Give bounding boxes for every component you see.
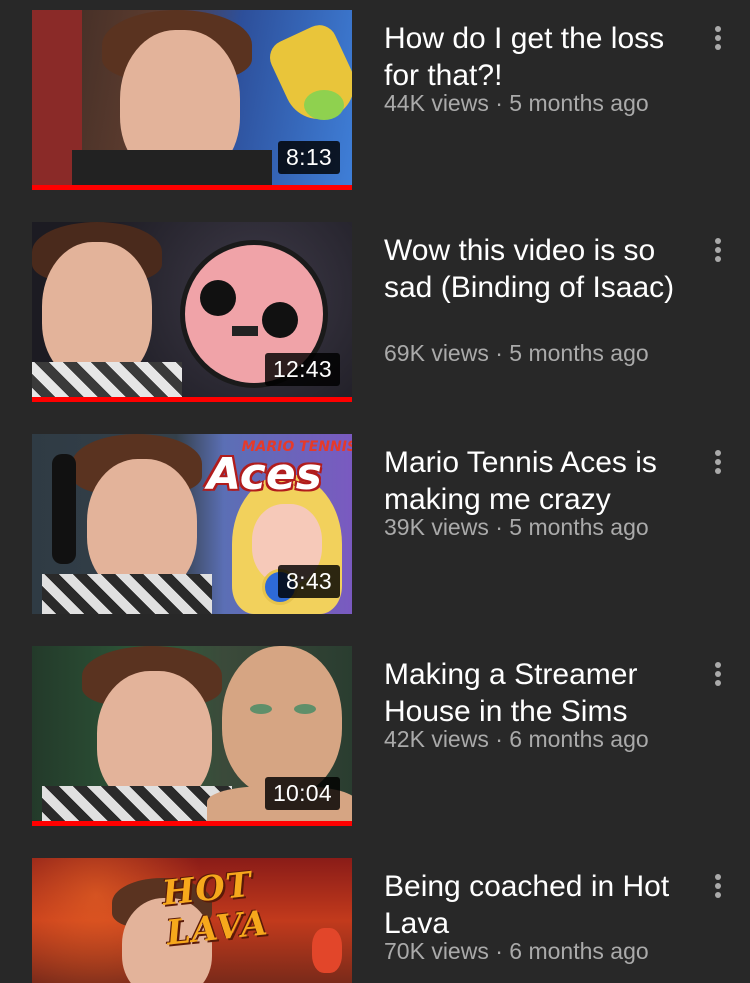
watch-progress-bar <box>32 185 352 190</box>
meta-separator: · <box>488 514 510 540</box>
meta-separator: · <box>488 938 510 964</box>
video-item[interactable]: 12:43 Wow this video is so sad (Binding … <box>0 222 750 422</box>
watch-progress-fill <box>32 397 352 402</box>
meta-separator: · <box>488 90 510 116</box>
mario-tennis-logo-main: Aces <box>207 449 322 500</box>
more-vert-icon[interactable] <box>708 660 728 690</box>
video-title[interactable]: Making a Streamer House in the Sims <box>384 656 684 730</box>
view-count: 44K views <box>384 90 489 116</box>
watch-progress-fill <box>32 821 352 826</box>
video-duration: 12:43 <box>264 353 340 386</box>
thumbnail-image: HOT LAVA <box>32 858 352 983</box>
video-duration: 8:13 <box>278 141 340 174</box>
video-thumbnail[interactable]: 8:13 <box>32 10 352 190</box>
video-meta: 42K views · 6 months ago <box>384 726 649 753</box>
watch-progress-bar <box>32 821 352 826</box>
video-item[interactable]: HOT LAVA Being coached in Hot Lava 70K v… <box>0 858 750 983</box>
video-item[interactable]: 8:13 How do I get the loss for that?! 44… <box>0 10 750 210</box>
video-thumbnail[interactable]: 12:43 <box>32 222 352 402</box>
view-count: 69K views <box>384 340 489 366</box>
video-thumbnail[interactable]: 10:04 <box>32 646 352 826</box>
video-thumbnail[interactable]: HOT LAVA <box>32 858 352 983</box>
watch-progress-bar <box>32 397 352 402</box>
upload-age: 5 months ago <box>509 340 649 366</box>
video-meta: 70K views · 6 months ago <box>384 938 649 965</box>
upload-age: 5 months ago <box>509 514 649 540</box>
video-thumbnail[interactable]: MARIO TENNIS Aces 8:43 <box>32 434 352 614</box>
more-vert-icon[interactable] <box>708 872 728 902</box>
video-item[interactable]: MARIO TENNIS Aces 8:43 Mario Tennis Aces… <box>0 434 750 634</box>
upload-age: 6 months ago <box>509 726 649 752</box>
video-title[interactable]: Wow this video is so sad (Binding of Isa… <box>384 232 684 306</box>
meta-separator: · <box>488 726 510 752</box>
video-title[interactable]: How do I get the loss for that?! <box>384 20 684 94</box>
video-duration: 10:04 <box>264 777 340 810</box>
video-item[interactable]: 10:04 Making a Streamer House in the Sim… <box>0 646 750 846</box>
upload-age: 6 months ago <box>509 938 649 964</box>
view-count: 70K views <box>384 938 489 964</box>
more-vert-icon[interactable] <box>708 448 728 478</box>
upload-age: 5 months ago <box>509 90 649 116</box>
view-count: 42K views <box>384 726 489 752</box>
video-meta: 69K views · 5 months ago <box>384 340 649 367</box>
video-title[interactable]: Being coached in Hot Lava <box>384 868 684 942</box>
video-title[interactable]: Mario Tennis Aces is making me crazy <box>384 444 684 518</box>
video-meta: 44K views · 5 months ago <box>384 90 649 117</box>
watch-progress-fill <box>32 185 352 190</box>
view-count: 39K views <box>384 514 489 540</box>
meta-separator: · <box>488 340 510 366</box>
video-duration: 8:43 <box>278 565 340 598</box>
more-vert-icon[interactable] <box>708 236 728 266</box>
video-meta: 39K views · 5 months ago <box>384 514 649 541</box>
more-vert-icon[interactable] <box>708 24 728 54</box>
